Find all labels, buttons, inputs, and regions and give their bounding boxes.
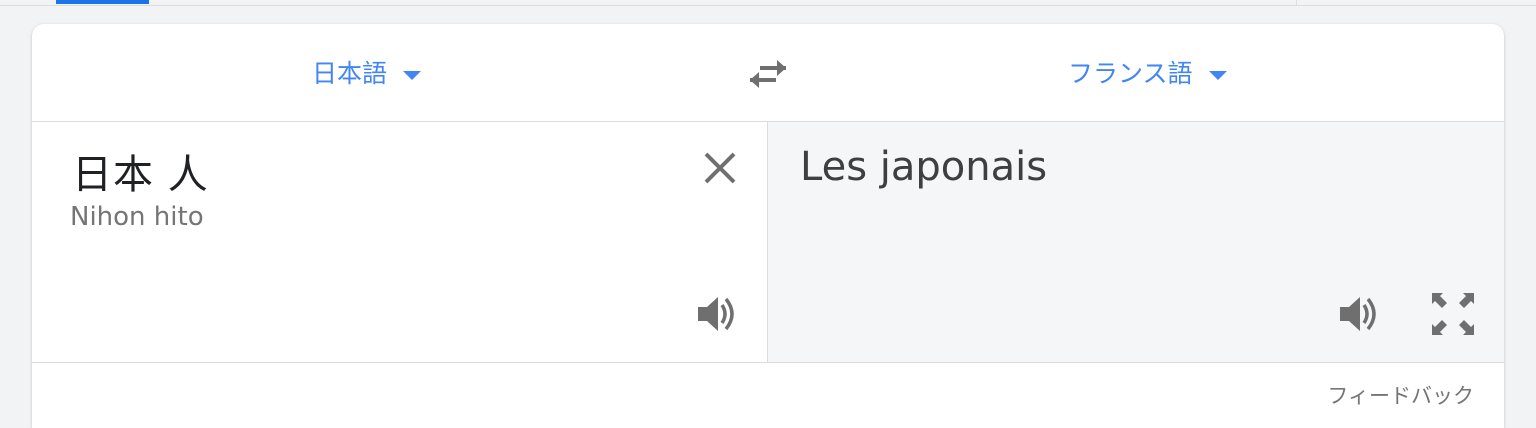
top-tab-strip [0, 0, 1536, 6]
clear-source-button[interactable] [700, 148, 740, 188]
source-language-select[interactable]: 日本語 [312, 54, 422, 90]
target-language-label: フランス語 [1068, 59, 1193, 88]
listen-source-button[interactable] [696, 292, 740, 336]
fullscreen-icon [1432, 293, 1474, 335]
target-panel: Les japonais [768, 122, 1504, 362]
swap-languages-button[interactable] [746, 54, 790, 94]
feedback-link[interactable]: フィードバック [1327, 380, 1474, 410]
listen-translation-button[interactable] [1338, 292, 1382, 336]
language-bar: 日本語 フランス語 [32, 24, 1504, 122]
fullscreen-button[interactable] [1430, 291, 1476, 337]
top-divider [1296, 0, 1297, 5]
romanization-text: Nihon hito [70, 202, 204, 232]
translation-panels: 日本 人 Nihon hito Les japonais [32, 122, 1504, 363]
source-panel[interactable]: 日本 人 Nihon hito [32, 122, 768, 362]
swap-languages-icon [750, 60, 786, 88]
target-language-select[interactable]: フランス語 [1068, 54, 1227, 90]
caret-down-icon [1208, 70, 1227, 80]
active-tab-indicator [56, 0, 149, 4]
caret-down-icon [403, 70, 422, 80]
close-icon [704, 152, 736, 184]
speaker-icon [698, 297, 734, 331]
translation-text: Les japonais [800, 144, 1048, 190]
speaker-icon [1340, 297, 1376, 331]
source-language-label: 日本語 [312, 59, 388, 88]
translation-card: 日本語 フランス語 日本 人 Nihon hito Les japonais フ… [32, 24, 1504, 428]
source-text[interactable]: 日本 人 [72, 142, 209, 200]
